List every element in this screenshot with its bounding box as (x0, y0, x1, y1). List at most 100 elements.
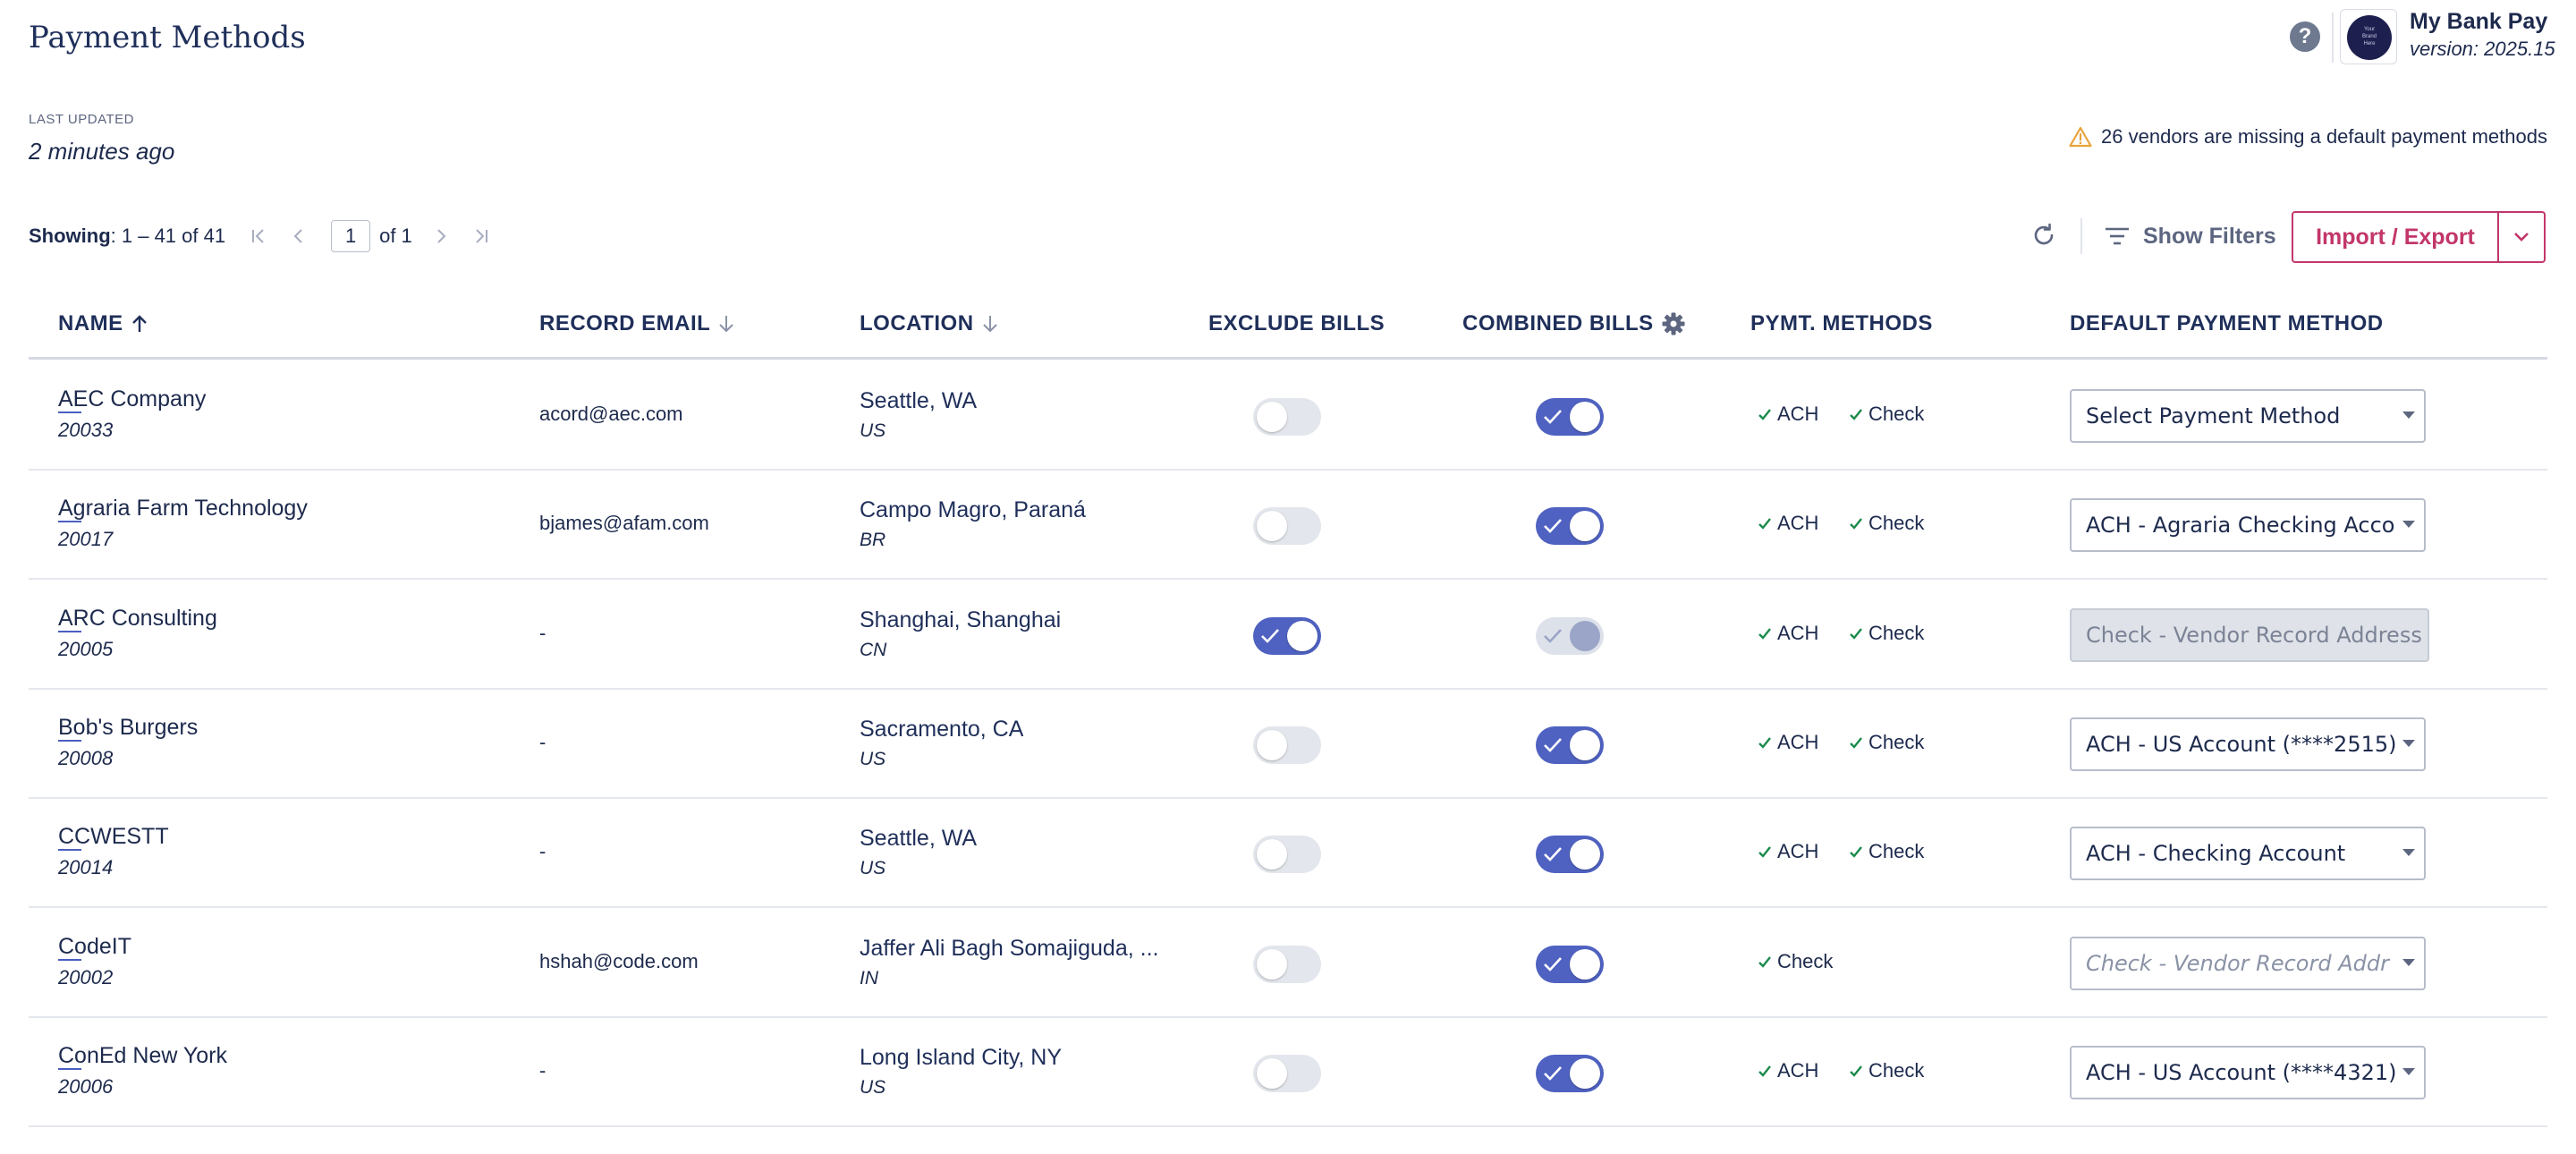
combined-bills-toggle[interactable] (1536, 507, 1604, 546)
check-icon (1758, 846, 1771, 858)
payment-method-label: Check (1868, 840, 1925, 863)
default-payment-method-select[interactable]: ACH - Checking Account (2070, 827, 2426, 881)
vendor-id: 20014 (58, 856, 114, 879)
vendor-name-underline (58, 630, 81, 632)
caret-down-icon (2402, 849, 2415, 857)
payment-method-tag: ACH (1758, 403, 1818, 426)
payment-method-tag: ACH (1758, 1059, 1818, 1082)
combined-bills-toggle[interactable] (1536, 725, 1604, 764)
payment-method-label: Check (1777, 949, 1834, 972)
record-email: - (539, 621, 547, 644)
payment-method-label: ACH (1777, 1058, 1819, 1082)
payment-method-tag: Check (1849, 1059, 1924, 1082)
selected-payment-method: ACH - Agraria Checking Acco (2086, 513, 2395, 539)
column-label: RECORD EMAIL (539, 311, 711, 335)
vendor-name[interactable]: ARC Consulting (58, 606, 217, 632)
payment-method-label: Check (1868, 730, 1925, 753)
vendor-location: Sacramento, CA (860, 716, 1024, 742)
vendor-name[interactable]: ConEd New York (58, 1043, 227, 1069)
toggle-knob (1570, 839, 1600, 870)
brand-logo-icon: Your Brand Here (2347, 15, 2392, 60)
column-header-record-email[interactable]: RECORD EMAIL (539, 311, 735, 336)
payment-method-label: ACH (1777, 840, 1819, 863)
exclude-bills-toggle[interactable] (1253, 945, 1321, 983)
check-icon (1850, 846, 1862, 858)
check-icon (1850, 737, 1862, 749)
combined-bills-toggle[interactable] (1536, 945, 1604, 983)
selected-payment-method: Check - Vendor Record Addr (2086, 950, 2389, 976)
payment-method-label: ACH (1777, 621, 1819, 644)
default-payment-method-select[interactable]: ACH - US Account (****2515) (2070, 717, 2426, 771)
exclude-bills-toggle[interactable] (1253, 398, 1321, 436)
exclude-bills-toggle[interactable] (1253, 507, 1321, 546)
check-icon (1758, 518, 1771, 530)
vendor-country: US (860, 1076, 886, 1098)
vendor-name[interactable]: CodeIT (58, 934, 131, 960)
exclude-bills-toggle[interactable] (1253, 725, 1321, 764)
payment-method-tag: ACH (1758, 512, 1818, 535)
check-icon (1544, 956, 1562, 972)
vendor-id: 20006 (58, 1074, 114, 1098)
prev-page-icon[interactable] (286, 222, 311, 250)
first-page-icon[interactable] (247, 222, 272, 250)
sort-ascending-icon (131, 315, 147, 332)
toggle-knob (1570, 1057, 1600, 1089)
show-filters-button[interactable]: Show Filters (2104, 218, 2276, 254)
toggle-knob (1287, 620, 1318, 651)
default-payment-method-select[interactable]: ACH - US Account (****4321) (2070, 1045, 2426, 1099)
check-icon (1544, 519, 1562, 534)
next-page-icon[interactable] (428, 222, 453, 250)
vendor-location: Seattle, WA (860, 826, 978, 852)
help-icon[interactable]: ? (2290, 21, 2320, 52)
check-icon (1544, 738, 1562, 752)
last-page-icon[interactable] (468, 222, 493, 250)
table-row: Agraria Farm Technology 20017 bjames@afa… (29, 471, 2547, 581)
caret-down-icon (2402, 412, 2415, 419)
combined-bills-toggle[interactable] (1536, 1054, 1604, 1092)
table-row: CCWESTT 20014 - Seattle, WA US ACH Check … (29, 799, 2547, 909)
vendor-name[interactable]: AEC Company (58, 386, 206, 412)
check-icon (1758, 409, 1771, 420)
exclude-bills-toggle[interactable] (1253, 1054, 1321, 1092)
refresh-icon[interactable] (2029, 220, 2059, 250)
record-email: - (539, 1058, 547, 1082)
vendor-name[interactable]: Agraria Farm Technology (58, 496, 308, 522)
page-number-input[interactable]: 1 (331, 220, 371, 252)
app-version: version: 2025.15 (2410, 38, 2555, 60)
toggle-knob (1570, 948, 1600, 980)
combined-bills-toggle[interactable] (1536, 398, 1604, 436)
warning-triangle-icon (2069, 126, 2092, 148)
combined-bills-toggle[interactable] (1536, 836, 1604, 874)
vendor-name-underline (58, 521, 81, 523)
column-header-pymt-methods: PYMT. METHODS (1750, 311, 1933, 336)
toggle-knob (1570, 402, 1600, 432)
payment-method-tag: Check (1849, 512, 1924, 535)
column-label: EXCLUDE BILLS (1208, 311, 1385, 335)
chevron-down-icon (2514, 233, 2529, 242)
caret-down-icon (2402, 521, 2415, 529)
exclude-bills-toggle[interactable] (1253, 836, 1321, 874)
filter-icon (2106, 227, 2129, 245)
gear-icon[interactable] (1661, 311, 1686, 336)
column-header-location[interactable]: LOCATION (860, 311, 999, 336)
import-export-button[interactable]: Import / Export (2292, 211, 2499, 263)
toggle-knob (1570, 620, 1600, 651)
record-email: hshah@code.com (539, 949, 699, 972)
vendor-name[interactable]: Bob's Burgers (58, 715, 198, 741)
column-header-name[interactable]: NAME (58, 311, 148, 336)
vendor-name[interactable]: CCWESTT (58, 824, 169, 850)
default-payment-method-select[interactable]: Check - Vendor Record Addr (2070, 936, 2426, 990)
payment-method-tag: Check (1849, 403, 1924, 426)
showing-range: : 1 – 41 of 41 (110, 225, 226, 247)
record-email: bjames@afam.com (539, 512, 709, 535)
default-payment-method-select[interactable]: ACH - Agraria Checking Acco (2070, 498, 2426, 553)
page-count: of 1 (379, 225, 412, 247)
check-icon (1544, 628, 1562, 643)
default-payment-method-select[interactable]: Select Payment Method (2070, 389, 2426, 443)
check-icon (1544, 410, 1562, 424)
import-export-dropdown[interactable] (2497, 211, 2546, 263)
caret-down-icon (2402, 1067, 2415, 1075)
exclude-bills-toggle[interactable] (1253, 616, 1321, 655)
payment-method-label: ACH (1777, 512, 1819, 535)
table-row: Bob's Burgers 20008 - Sacramento, CA US … (29, 690, 2547, 799)
